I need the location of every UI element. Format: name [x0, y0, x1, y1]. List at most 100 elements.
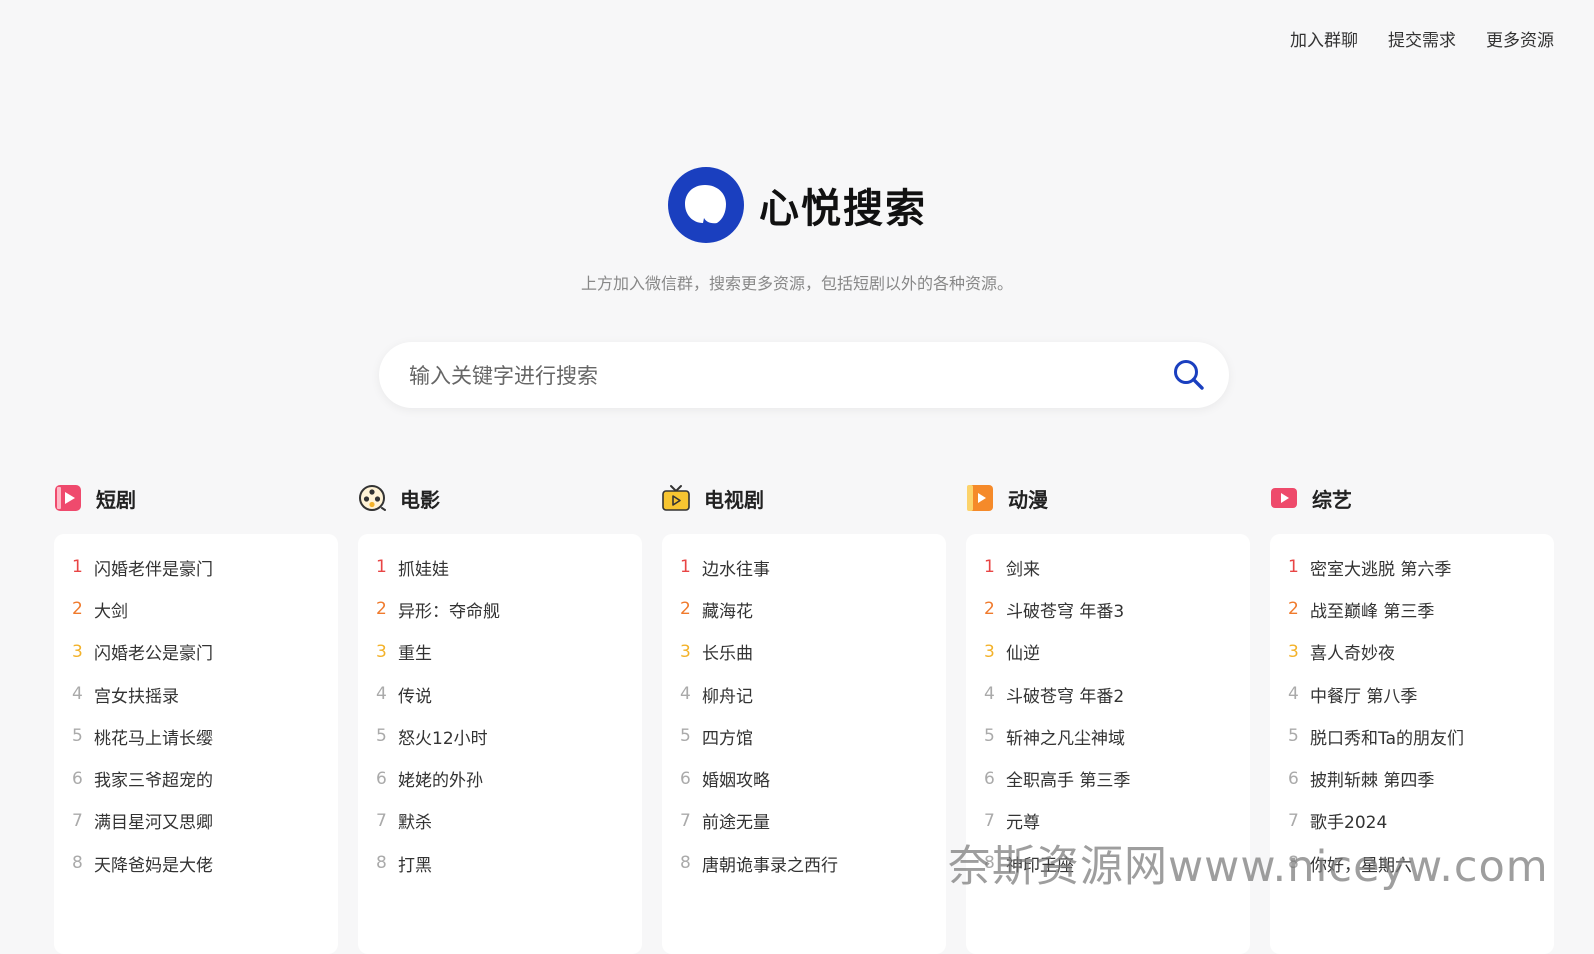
rank-number: 2 [376, 599, 387, 620]
list-item[interactable]: 6 婚姻攻略 [662, 757, 946, 799]
item-title: 元尊 [1006, 813, 1040, 834]
column-dianying: 电影 1 抓娃娃 2 异形：夺命舰 3 重生 4 传说 5 怒火12小时 6 姥姥的外孙 7… [358, 478, 642, 954]
join-group-link[interactable]: 加入群聊 [1290, 26, 1358, 51]
rank-number: 1 [1288, 557, 1299, 578]
submit-request-link[interactable]: 提交需求 [1388, 26, 1456, 51]
list-item[interactable]: 3 重生 [358, 631, 642, 673]
animation-icon [967, 485, 993, 511]
list-item[interactable]: 3 闪婚老公是豪门 [54, 631, 338, 673]
list-item[interactable]: 8 打黑 [358, 842, 642, 884]
rank-number: 7 [680, 810, 691, 831]
rank-number: 3 [1288, 641, 1299, 662]
search-input[interactable] [407, 342, 1151, 410]
list-item[interactable]: 6 全职高手 第三季 [966, 757, 1250, 799]
list-item[interactable]: 4 柳舟记 [662, 673, 946, 715]
logo-icon [668, 167, 744, 243]
item-title: 姥姥的外孙 [398, 771, 483, 792]
list-item[interactable]: 6 姥姥的外孙 [358, 757, 642, 799]
category-header-dianshiju[interactable]: 电视剧 [662, 478, 946, 518]
item-title: 歌手2024 [1310, 813, 1388, 834]
item-title: 抓娃娃 [398, 559, 449, 580]
item-title: 脱口秀和Ta的朋友们 [1310, 728, 1464, 749]
list-item[interactable]: 2 斗破苍穹 年番3 [966, 588, 1250, 630]
item-title: 斗破苍穹 年番3 [1006, 601, 1125, 622]
tv-icon [662, 485, 690, 511]
list-item[interactable]: 5 桃花马上请长缨 [54, 715, 338, 757]
rank-number: 3 [376, 641, 387, 662]
item-title: 长乐曲 [702, 644, 753, 665]
rank-number: 6 [1288, 768, 1299, 789]
list-item[interactable]: 8 唐朝诡事录之西行 [662, 842, 946, 884]
category-header-dianying[interactable]: 电影 [358, 478, 642, 518]
list-item[interactable]: 5 斩神之凡尘神域 [966, 715, 1250, 757]
list-item[interactable]: 7 满目星河又思卿 [54, 800, 338, 842]
rank-number: 1 [984, 557, 995, 578]
list-item[interactable]: 4 宫女扶摇录 [54, 673, 338, 715]
item-title: 异形：夺命舰 [398, 601, 500, 622]
item-title: 斩神之凡尘神域 [1006, 728, 1125, 749]
category-header-duanju[interactable]: 短剧 [54, 478, 338, 518]
list-item[interactable]: 1 抓娃娃 [358, 546, 642, 588]
rank-number: 5 [984, 726, 995, 747]
rank-number: 1 [72, 557, 83, 578]
list-item[interactable]: 5 怒火12小时 [358, 715, 642, 757]
list-item[interactable]: 2 异形：夺命舰 [358, 588, 642, 630]
item-title: 满目星河又思卿 [94, 813, 213, 834]
top-nav: 加入群聊 提交需求 更多资源 [1290, 26, 1554, 51]
list-item[interactable]: 6 我家三爷超宠的 [54, 757, 338, 799]
rank-number: 5 [376, 726, 387, 747]
list-item[interactable]: 3 仙逆 [966, 631, 1250, 673]
item-title: 闪婚老伴是豪门 [94, 559, 213, 580]
list-item[interactable]: 4 斗破苍穹 年番2 [966, 673, 1250, 715]
rank-number: 8 [72, 853, 83, 874]
search-icon[interactable] [1171, 357, 1207, 393]
film-reel-icon [359, 485, 386, 511]
list-item[interactable]: 2 战至巅峰 第三季 [1270, 588, 1554, 630]
video-play-icon [1271, 488, 1297, 508]
list-item[interactable]: 7 默杀 [358, 800, 642, 842]
list-item[interactable]: 5 脱口秀和Ta的朋友们 [1270, 715, 1554, 757]
rank-number: 6 [72, 768, 83, 789]
item-title: 剑来 [1006, 559, 1040, 580]
list-item[interactable]: 7 前途无量 [662, 800, 946, 842]
more-resources-link[interactable]: 更多资源 [1486, 26, 1554, 51]
rank-number: 7 [376, 810, 387, 831]
item-title: 大剑 [94, 601, 128, 622]
column-duanju: 短剧 1 闪婚老伴是豪门 2 大剑 3 闪婚老公是豪门 4 宫女扶摇录 5 桃花马上请长缨… [54, 478, 338, 954]
rank-number: 2 [984, 599, 995, 620]
list-item[interactable]: 3 长乐曲 [662, 631, 946, 673]
category-header-dongman[interactable]: 动漫 [966, 478, 1250, 518]
list-item[interactable]: 2 大剑 [54, 588, 338, 630]
list-item[interactable]: 8 天降爸妈是大佬 [54, 842, 338, 884]
ranking-list: 1 抓娃娃 2 异形：夺命舰 3 重生 4 传说 5 怒火12小时 6 姥姥的外孙 7 默杀 … [358, 534, 642, 954]
rank-number: 4 [680, 684, 691, 705]
rank-number: 2 [72, 599, 83, 620]
list-item[interactable]: 4 传说 [358, 673, 642, 715]
list-item[interactable]: 5 四方馆 [662, 715, 946, 757]
item-title: 全职高手 第三季 [1006, 771, 1131, 792]
rank-number: 1 [680, 557, 691, 578]
category-header-zongyi[interactable]: 综艺 [1270, 478, 1554, 518]
tagline: 上方加入微信群，搜索更多资源，包括短剧以外的各种资源。 [580, 274, 1013, 293]
list-item[interactable]: 1 密室大逃脱 第六季 [1270, 546, 1554, 588]
list-item[interactable]: 3 喜人奇妙夜 [1270, 631, 1554, 673]
rank-number: 7 [984, 810, 995, 831]
rank-number: 5 [72, 726, 83, 747]
list-item[interactable]: 1 边水往事 [662, 546, 946, 588]
list-item[interactable]: 2 藏海花 [662, 588, 946, 630]
rank-number: 8 [680, 853, 691, 874]
ranking-list: 1 闪婚老伴是豪门 2 大剑 3 闪婚老公是豪门 4 宫女扶摇录 5 桃花马上请长缨 6我… [54, 534, 338, 954]
item-title: 怒火12小时 [398, 728, 488, 749]
rank-number: 2 [1288, 599, 1299, 620]
rank-number: 3 [72, 641, 83, 662]
rank-number: 8 [376, 853, 387, 874]
category-title: 短剧 [96, 487, 136, 512]
item-title: 柳舟记 [702, 686, 753, 707]
watermark: 奈斯资源网www.niceyw.com [948, 842, 1549, 892]
list-item[interactable]: 1 闪婚老伴是豪门 [54, 546, 338, 588]
item-title: 边水往事 [702, 559, 770, 580]
list-item[interactable]: 4 中餐厅 第八季 [1270, 673, 1554, 715]
list-item[interactable]: 1 剑来 [966, 546, 1250, 588]
item-title: 桃花马上请长缨 [94, 728, 213, 749]
list-item[interactable]: 6 披荆斩棘 第四季 [1270, 757, 1554, 799]
